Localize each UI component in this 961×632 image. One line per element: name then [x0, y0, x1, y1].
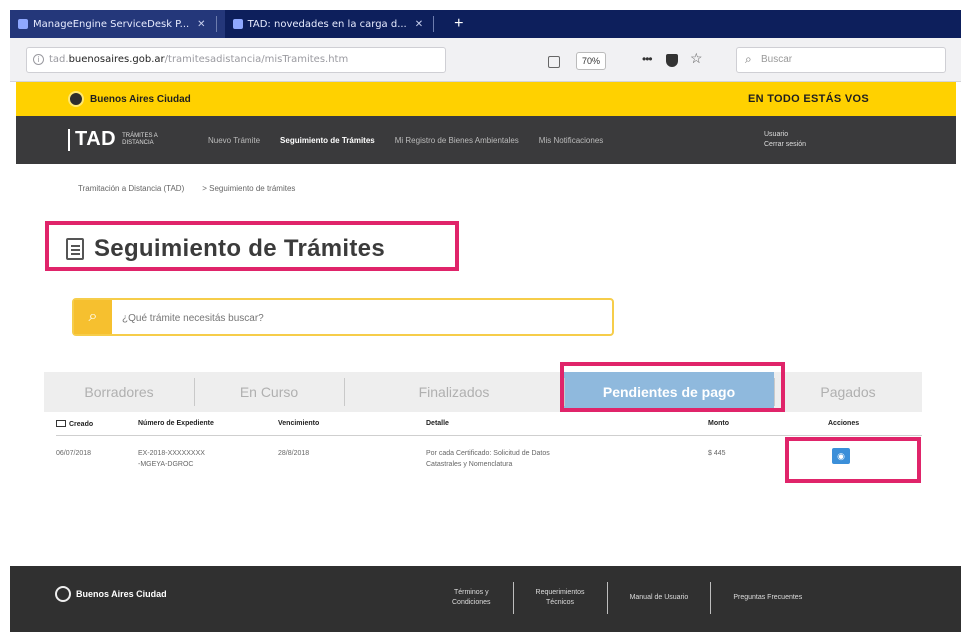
page-title-block: Seguimiento de Trámites — [66, 235, 385, 263]
tab-pagados[interactable]: Pagados — [774, 372, 922, 412]
browser-tab-tad[interactable]: TAD: novedades en la carga d... ✕ — [225, 10, 443, 38]
city-logo-text: Buenos Aires Ciudad — [90, 93, 191, 105]
breadcrumb-home[interactable]: Tramitación a Distancia (TAD) — [78, 184, 184, 193]
footer-link-requerimientos[interactable]: Requerimientos Técnicos — [514, 588, 607, 608]
user-name: Usuario — [764, 131, 789, 138]
nav-registro[interactable]: Mi Registro de Bienes Ambientales — [395, 136, 519, 145]
cell-detalle-line2: Catastrales y Nomenclatura — [426, 461, 513, 468]
cell-vencimiento: 28/8/2018 — [278, 450, 310, 457]
tad-nav-links: Nuevo Trámite Seguimiento de Trámites Mi… — [208, 136, 603, 145]
search-icon: ⌕ — [88, 308, 98, 325]
screen: { "browser": { "tabs": [ {"label": "Mana… — [0, 0, 961, 632]
reader-icon[interactable] — [548, 56, 560, 68]
favicon-icon — [232, 19, 243, 29]
city-emblem-icon — [68, 91, 84, 107]
tab-highlight-box — [560, 362, 785, 412]
tad-logo[interactable]: TAD TRÁMITES A DISTANCIA — [68, 128, 162, 151]
footer-link-line: Preguntas Frecuentes — [733, 594, 803, 601]
calendar-icon — [56, 420, 66, 427]
browser-tab-strip: ManageEngine ServiceDesk P... ✕ TAD: nov… — [10, 10, 961, 38]
search-button[interactable]: ⌕ — [74, 300, 112, 334]
browser-search-input[interactable]: ⌕ Buscar — [736, 47, 946, 73]
footer-logo[interactable]: Buenos Aires Ciudad — [55, 586, 167, 602]
city-logo[interactable]: Buenos Aires Ciudad — [68, 91, 191, 107]
table-header: Creado Número de Expediente Vencimiento … — [56, 418, 922, 436]
footer-links: Términos y Condiciones Requerimientos Té… — [430, 582, 824, 614]
action-highlight-box — [785, 437, 921, 483]
search-icon: ⌕ — [745, 52, 752, 66]
breadcrumb: Tramitación a Distancia (TAD) > Seguimie… — [78, 184, 295, 193]
tad-logo-word: TAD — [75, 128, 117, 150]
footer-link-terminos[interactable]: Términos y Condiciones — [430, 588, 513, 608]
footer-link-line: Condiciones — [452, 599, 491, 606]
nav-notificaciones[interactable]: Mis Notificaciones — [539, 136, 603, 145]
logo-bar — [68, 128, 70, 151]
cell-monto: $ 445 — [708, 450, 726, 457]
col-expediente: Número de Expediente — [138, 420, 214, 427]
tab-en-curso[interactable]: En Curso — [194, 372, 344, 412]
document-icon — [66, 238, 84, 260]
breadcrumb-current: > Seguimiento de trámites — [202, 184, 296, 193]
city-header: Buenos Aires Ciudad EN TODO ESTÁS VOS — [16, 82, 956, 116]
cell-detalle-line1: Por cada Certificado: Solicitud de Datos — [426, 450, 550, 457]
footer-link-line: Requerimientos — [535, 589, 585, 596]
city-slogan: EN TODO ESTÁS VOS — [748, 93, 870, 105]
footer-link-line: Términos y — [453, 589, 489, 596]
browser-toolbar: i tad.buenosaires.gob.ar/tramitesadistan… — [10, 38, 961, 82]
browser-tab-label: TAD: novedades en la carga d... — [247, 18, 407, 30]
col-creado-label: Creado — [69, 421, 94, 428]
cell-expediente-line1: EX-2018-XXXXXXXX — [138, 450, 205, 457]
col-vencimiento: Vencimiento — [278, 420, 320, 427]
user-menu[interactable]: Usuario Cerrar sesión — [764, 130, 806, 150]
url-prefix: tad. — [49, 54, 69, 65]
browser-tab-servicedesk[interactable]: ManageEngine ServiceDesk P... ✕ — [10, 10, 225, 38]
footer-link-manual[interactable]: Manual de Usuario — [608, 593, 711, 603]
tramite-search: ⌕ — [72, 298, 614, 336]
col-acciones: Acciones — [828, 420, 860, 427]
info-icon[interactable]: i — [33, 54, 44, 65]
cell-expediente-line2: -MGEYA-DGROC — [138, 461, 194, 468]
page-title: Seguimiento de Trámites — [94, 235, 385, 262]
col-monto: Monto — [708, 420, 729, 427]
footer-link-faq[interactable]: Preguntas Frecuentes — [711, 593, 824, 603]
logout-link[interactable]: Cerrar sesión — [764, 140, 806, 150]
tab-divider — [215, 16, 217, 32]
page-actions-icon[interactable]: ••• — [642, 52, 653, 66]
url-path: /tramitesadistancia/misTramites.htm — [164, 54, 349, 65]
footer-link-line: Manual de Usuario — [629, 594, 689, 601]
close-icon[interactable]: ✕ — [197, 19, 205, 30]
status-tabs: Borradores En Curso Finalizados Pendient… — [44, 372, 922, 412]
footer: Buenos Aires Ciudad Términos y Condicion… — [10, 566, 961, 632]
tad-logo-subtitle: TRÁMITES A DISTANCIA — [122, 132, 158, 146]
col-creado[interactable]: Creado — [56, 420, 93, 428]
zoom-indicator[interactable]: 70% — [576, 52, 606, 70]
tad-navbar: TAD TRÁMITES A DISTANCIA Nuevo Trámite S… — [16, 116, 956, 164]
url-bar[interactable]: i tad.buenosaires.gob.ar/tramitesadistan… — [26, 47, 446, 73]
nav-nuevo-tramite[interactable]: Nuevo Trámite — [208, 136, 260, 145]
tramite-search-input[interactable] — [122, 310, 602, 326]
cell-created: 06/07/2018 — [56, 450, 92, 457]
nav-seguimiento[interactable]: Seguimiento de Trámites — [280, 136, 375, 145]
star-icon[interactable]: ☆ — [690, 50, 703, 67]
tab-divider — [433, 16, 435, 32]
footer-link-line: Técnicos — [546, 599, 575, 606]
browser-search-placeholder: Buscar — [761, 54, 793, 65]
footer-logo-text: Buenos Aires Ciudad — [76, 589, 167, 599]
browser-tab-label: ManageEngine ServiceDesk P... — [33, 18, 190, 30]
url-domain: buenosaires.gob.ar — [68, 54, 165, 65]
tab-borradores[interactable]: Borradores — [44, 372, 194, 412]
favicon-icon — [18, 19, 28, 29]
new-tab-button[interactable]: + — [442, 10, 475, 38]
shield-icon[interactable] — [666, 54, 678, 67]
close-icon[interactable]: ✕ — [415, 19, 423, 30]
col-detalle: Detalle — [426, 420, 449, 427]
city-emblem-icon — [55, 586, 71, 602]
tab-finalizados[interactable]: Finalizados — [344, 372, 564, 412]
